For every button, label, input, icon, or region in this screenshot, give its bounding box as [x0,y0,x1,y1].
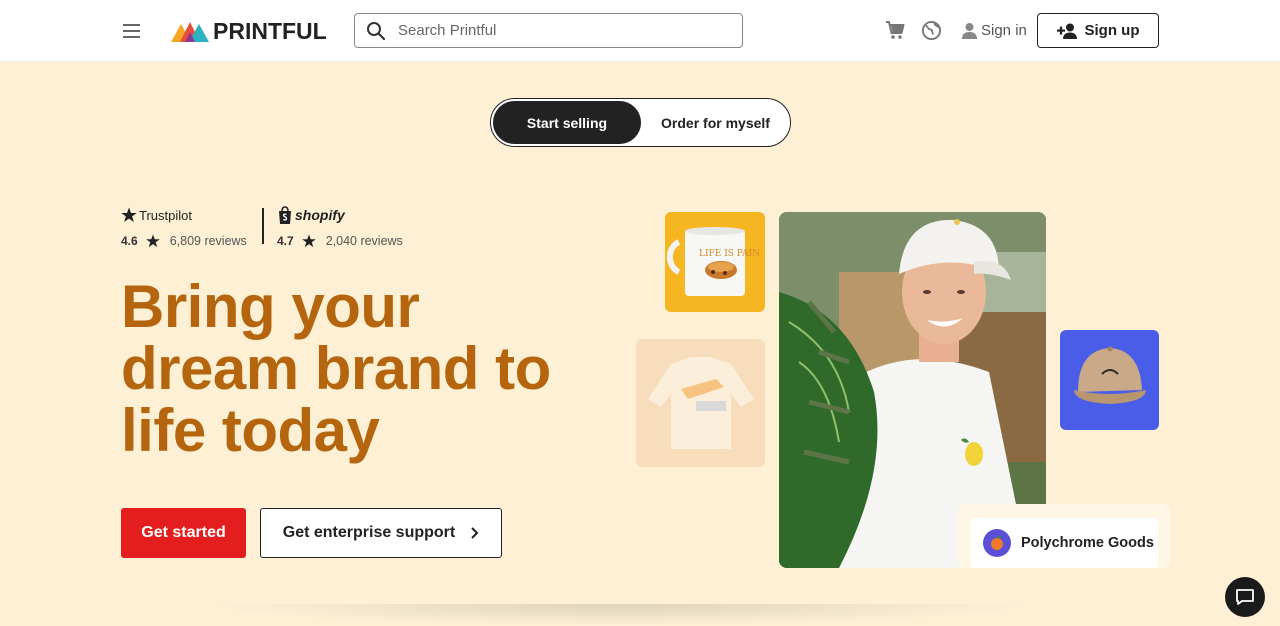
search-input[interactable] [398,22,718,39]
tab-order-for-myself[interactable]: Order for myself [643,101,788,144]
brand-avatar [983,529,1011,557]
section-shadow [200,604,1040,626]
enterprise-support-label: Get enterprise support [282,524,456,541]
get-started-button[interactable]: Get started [121,508,246,558]
mug-product-image: LIFE IS PAIN [665,212,765,312]
mug-illustration: LIFE IS PAIN [666,227,760,296]
trustpilot-score: 4.6 [121,234,138,248]
enterprise-support-button[interactable]: Get enterprise support [260,508,502,558]
brand-tag: Polychrome Goods [971,518,1158,568]
search-bar[interactable] [354,13,743,48]
trustpilot-rating[interactable]: Trustpilot 4.6 6,809 reviews [121,205,247,249]
shopify-name: shopify [295,207,345,223]
shopify-logo: shopify [277,205,403,225]
sweatshirt-product-image [636,339,765,467]
hat-product-image [1060,330,1159,430]
rating-divider [262,208,264,244]
chat-button[interactable] [1225,577,1265,617]
headline-line-1: Bring your [121,273,420,340]
shopify-review-count: 2,040 reviews [325,234,403,248]
chat-icon [1236,589,1254,605]
star-icon [301,234,316,248]
sign-in-link[interactable]: Sign in [961,19,1027,41]
hero-headline: Bring your dream brand to life today [121,276,571,462]
user-icon [962,22,977,39]
globe-icon[interactable] [921,20,942,41]
headline-line-2: dream brand to [121,335,551,402]
sign-in-label: Sign in [981,21,1027,39]
printful-logo[interactable]: PRINTFUL [171,18,327,44]
add-user-icon [1056,23,1077,39]
star-icon [145,234,160,248]
sign-up-button[interactable]: Sign up [1037,13,1159,48]
mug-text: LIFE IS PAIN [699,249,760,259]
sign-up-label: Sign up [1084,22,1140,39]
search-icon [367,21,386,40]
orange-icon [991,535,1003,550]
printful-logo-icon [171,22,209,42]
shopify-rating[interactable]: shopify 4.7 2,040 reviews [277,205,403,249]
headline-line-3: life today [121,397,380,464]
trustpilot-name: Trustpilot [139,207,192,223]
site-header: PRINTFUL Sign in Sign up [0,0,1280,62]
brand-name: Polychrome Goods [1021,535,1154,551]
logo-text: PRINTFUL [213,17,327,44]
menu-icon[interactable] [120,19,144,43]
shopify-bag-icon [279,206,291,224]
chevron-right-icon [471,527,479,539]
shopify-score: 4.7 [277,234,294,248]
tab-start-selling[interactable]: Start selling [493,101,641,144]
cart-icon[interactable] [884,19,906,41]
trustpilot-star-icon [121,207,137,222]
trustpilot-logo: Trustpilot [121,205,247,225]
mode-toggle: Start selling Order for myself [490,98,791,147]
trustpilot-review-count: 6,809 reviews [169,234,247,248]
